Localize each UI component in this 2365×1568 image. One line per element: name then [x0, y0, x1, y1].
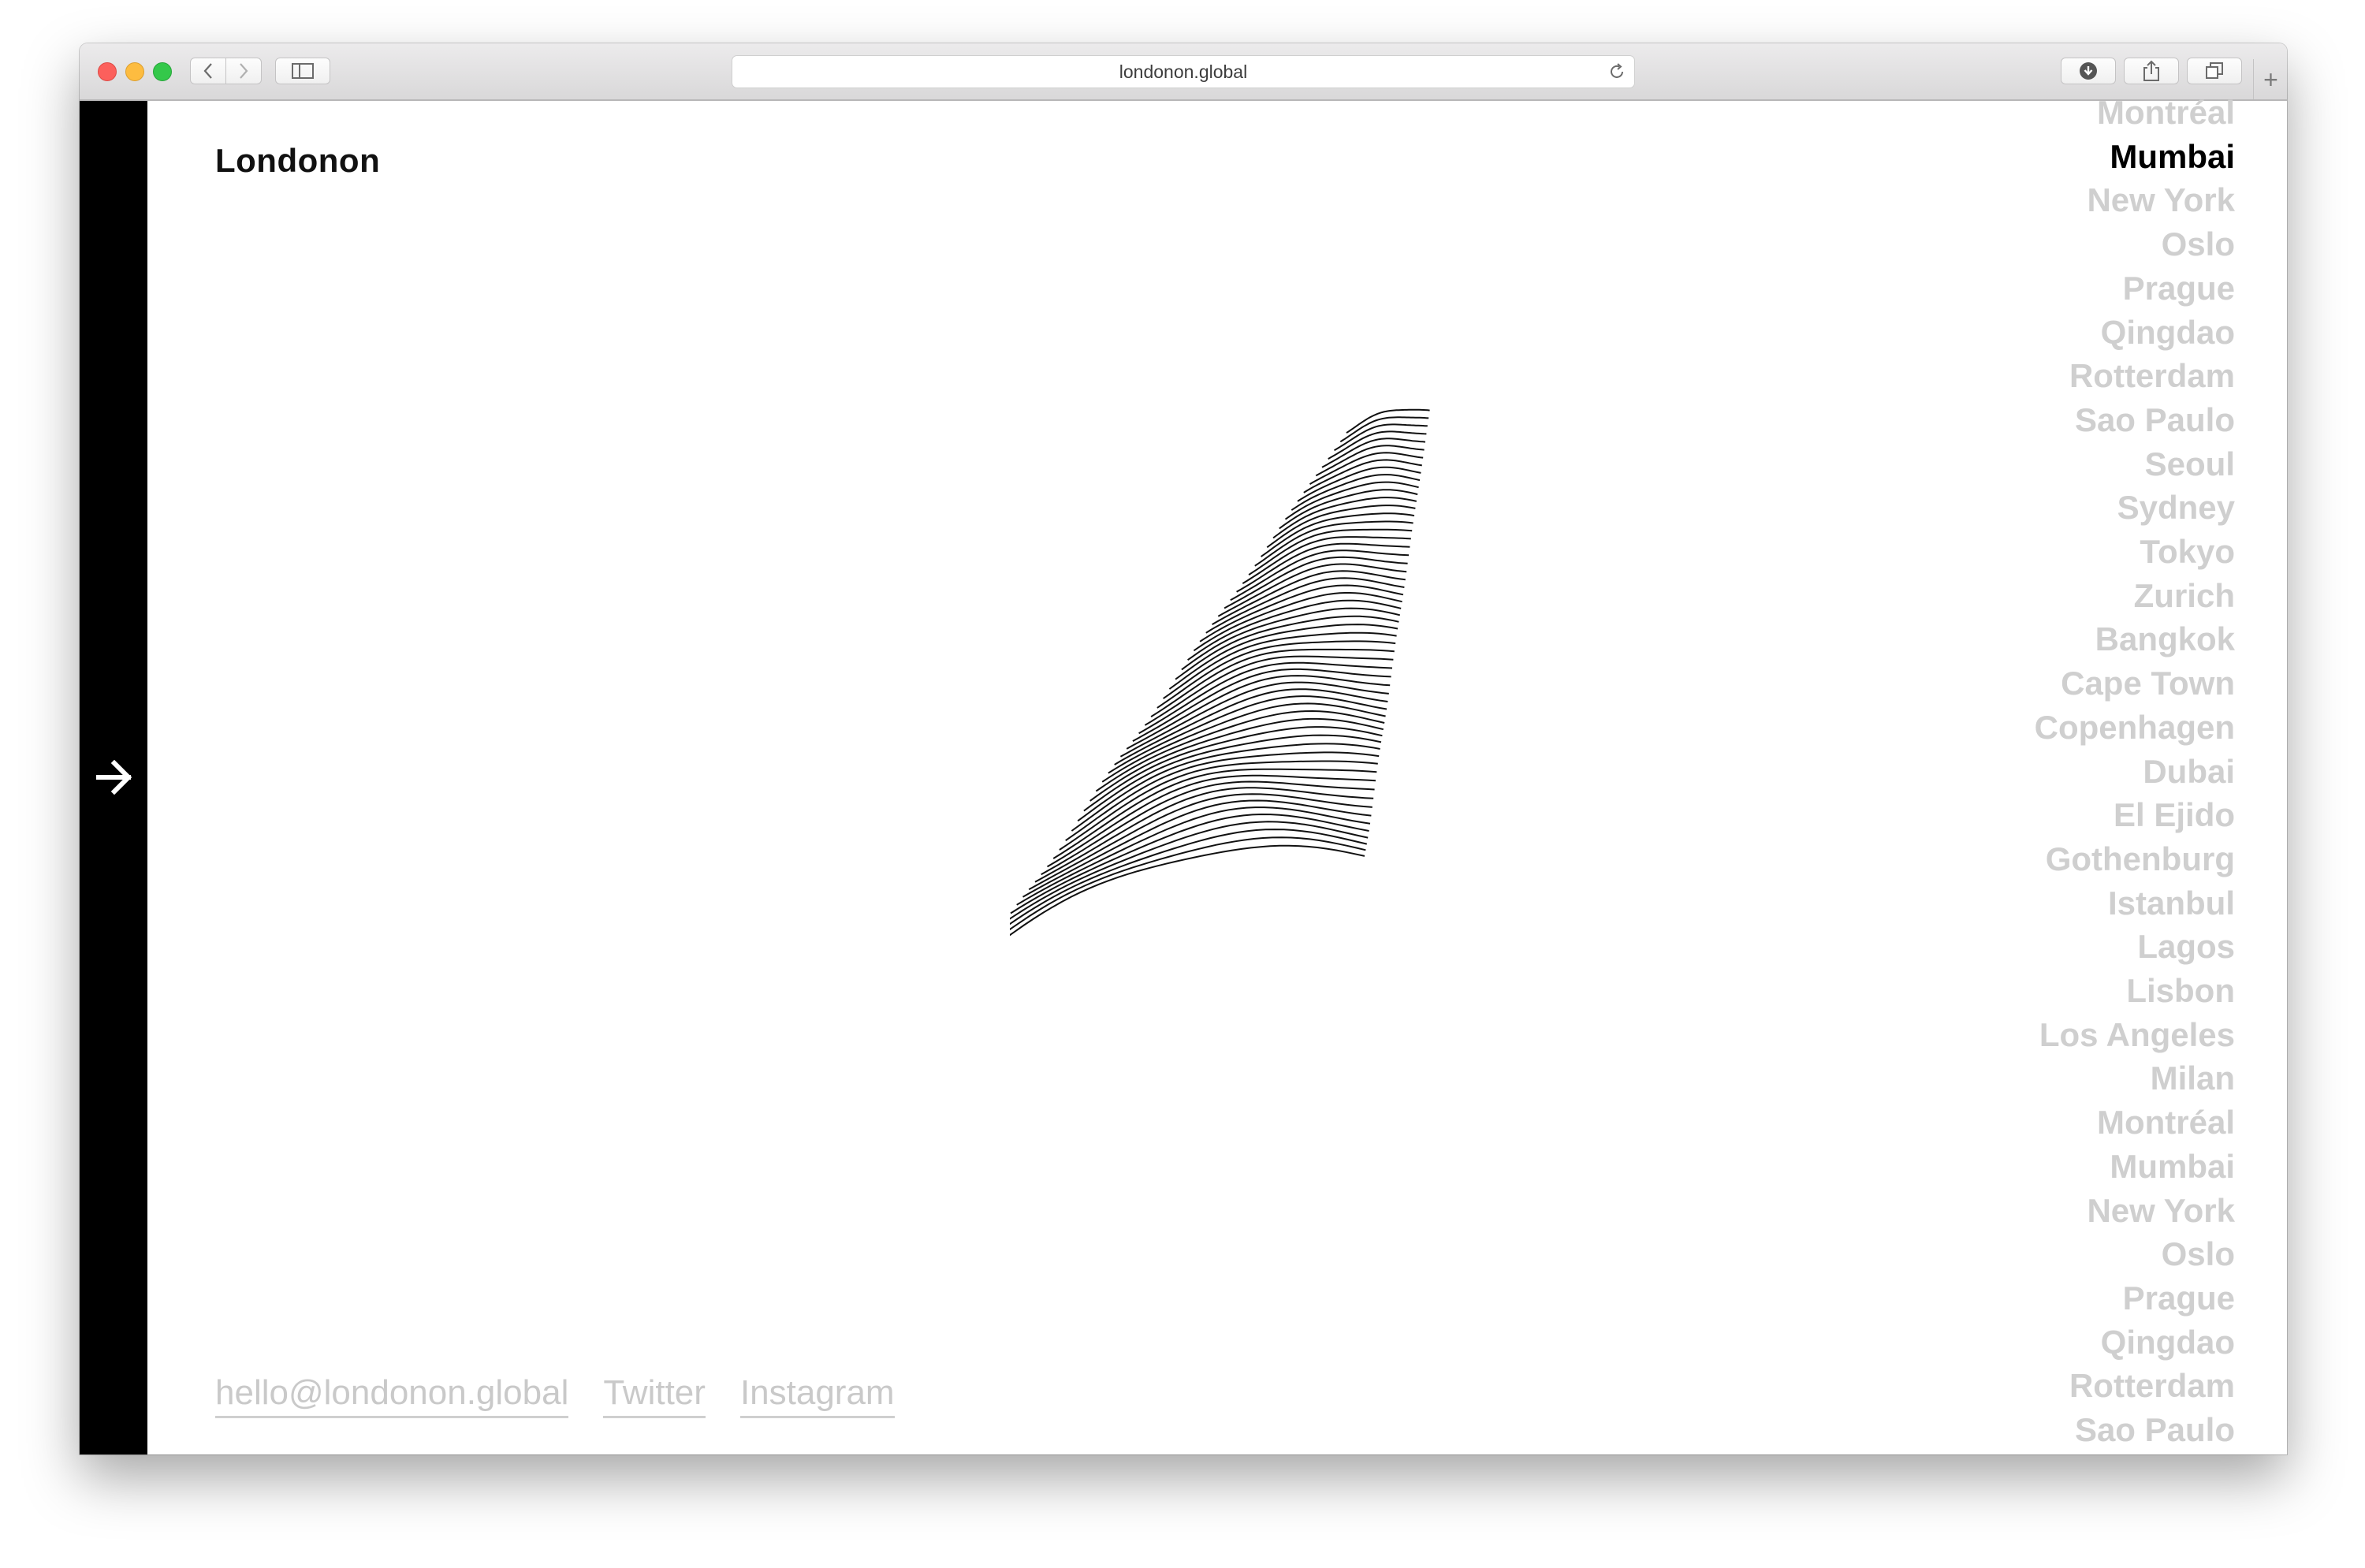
sidebar-toggle-button[interactable] [275, 58, 330, 84]
city-item[interactable]: Gothenburg [2035, 837, 2235, 881]
city-item[interactable]: Oslo [2035, 222, 2235, 266]
city-item[interactable]: Sao Paulo [2035, 1408, 2235, 1452]
city-item[interactable]: Mumbai [2035, 135, 2235, 179]
downloads-button[interactable] [2061, 58, 2116, 84]
mesh-contour [1010, 821, 1369, 920]
city-item[interactable]: El Ejido [2035, 793, 2235, 837]
minimize-window-button[interactable] [125, 62, 144, 81]
city-item[interactable]: Rotterdam [2035, 1364, 2235, 1408]
city-item[interactable]: Bangkok [2035, 617, 2235, 661]
city-item[interactable]: Oslo [2035, 1232, 2235, 1276]
back-button[interactable] [190, 58, 226, 84]
download-icon [2080, 62, 2097, 80]
mesh-contour [1016, 806, 1371, 906]
city-item[interactable]: Milan [2035, 1056, 2235, 1101]
city-item[interactable]: Lisbon [2035, 969, 2235, 1013]
forward-button[interactable] [225, 58, 262, 84]
mesh-contour [1236, 542, 1410, 593]
sidebar-icon [292, 63, 314, 79]
mesh-contour [1212, 570, 1406, 625]
plus-icon: + [2263, 65, 2278, 94]
city-item[interactable]: Zurich [2035, 574, 2235, 618]
site-logo[interactable]: Londonon [215, 142, 380, 180]
browser-toolbar: londonon.global + [80, 43, 2287, 101]
city-item[interactable]: Tokyo [2035, 530, 2235, 574]
city-item[interactable]: Prague [2035, 1276, 2235, 1320]
city-item[interactable]: Qingdao [2035, 1320, 2235, 1365]
arrow-right-icon[interactable] [95, 760, 133, 795]
instagram-link[interactable]: Instagram [739, 1373, 895, 1418]
city-mesh-visualization [1010, 408, 1430, 937]
city-item[interactable]: Cape Town [2035, 661, 2235, 706]
browser-window: londonon.global + Londonon Montréal Mumba… [80, 43, 2287, 1454]
city-item[interactable]: Lagos [2035, 925, 2235, 969]
city-item[interactable]: Rotterdam [2035, 354, 2235, 398]
twitter-link[interactable]: Twitter [603, 1373, 706, 1418]
chevron-right-icon [240, 63, 248, 79]
mesh-contour [1163, 631, 1397, 699]
city-item[interactable]: Mumbai [2035, 1145, 2235, 1189]
city-item[interactable]: Istanbul [2035, 881, 2235, 926]
tabs-icon [2206, 62, 2223, 79]
page-content: Londonon Montréal Mumbai New York Oslo Pragu… [80, 94, 2287, 1454]
city-item[interactable]: Montréal [2035, 91, 2235, 135]
email-link[interactable]: hello@londonon.global [215, 1373, 569, 1418]
city-item[interactable]: Los Angeles [2035, 1013, 2235, 1057]
city-item[interactable]: Sydney [2035, 486, 2235, 530]
city-item[interactable]: New York [2035, 178, 2235, 222]
reload-icon[interactable] [1607, 62, 1626, 81]
mesh-contour [1291, 474, 1421, 511]
share-icon [2143, 60, 2159, 81]
city-item[interactable]: Copenhagen [2035, 706, 2235, 750]
city-item[interactable]: Dubai [2035, 750, 2235, 794]
url-text: londonon.global [1119, 61, 1248, 82]
show-tabs-button[interactable] [2187, 58, 2242, 84]
city-item[interactable]: Montréal [2035, 1101, 2235, 1145]
share-button[interactable] [2124, 58, 2179, 84]
new-tab-button[interactable]: + [2253, 59, 2287, 99]
city-item[interactable]: New York [2035, 1189, 2235, 1233]
city-item[interactable]: Qingdao [2035, 311, 2235, 355]
city-item[interactable]: Seoul [2035, 442, 2235, 486]
footer-links: hello@londonon.global Twitter Instagram [215, 1373, 895, 1418]
address-bar[interactable]: londonon.global [732, 55, 1635, 88]
chevron-left-icon [203, 63, 212, 79]
mesh-contour [1010, 813, 1369, 914]
city-list: Montréal Mumbai New York Oslo Prague Qingdao R… [2035, 91, 2235, 1452]
city-item[interactable]: Prague [2035, 266, 2235, 311]
close-window-button[interactable] [98, 62, 117, 81]
mesh-contour [1010, 829, 1368, 926]
next-panel[interactable] [80, 101, 147, 1454]
zoom-window-button[interactable] [153, 62, 172, 81]
city-item[interactable]: Sao Paulo [2035, 398, 2235, 442]
mesh-contour [1083, 726, 1383, 812]
